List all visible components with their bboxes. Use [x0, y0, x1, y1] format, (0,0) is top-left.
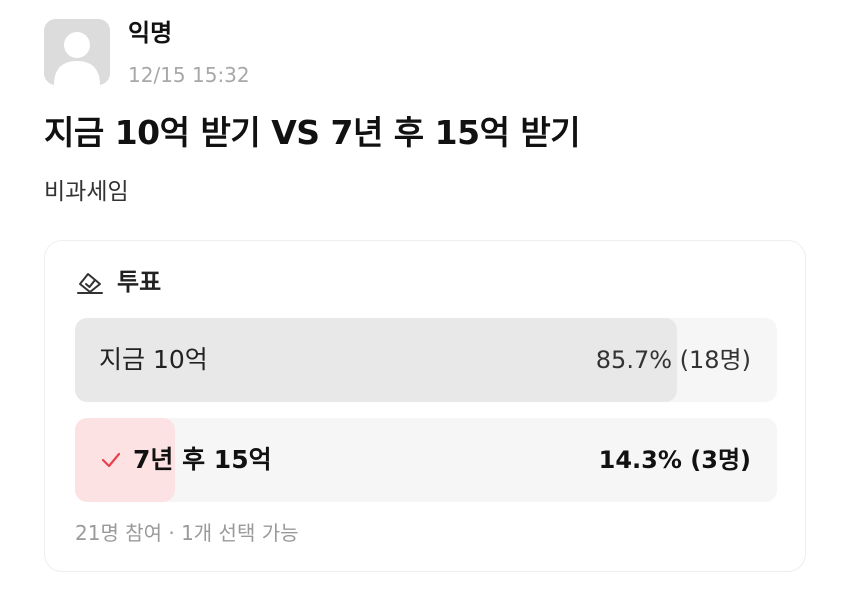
poll-option-2[interactable]: 7년 후 15억 14.3% (3명) — [75, 418, 777, 502]
poll-option-label: 7년 후 15억 — [133, 445, 272, 474]
post: 익명 12/15 15:32 지금 10억 받기 VS 7년 후 15억 받기 … — [0, 0, 850, 601]
post-body: 비과세임 — [44, 179, 129, 205]
poll-label: 투표 — [117, 268, 162, 296]
avatar[interactable] — [44, 19, 110, 85]
post-timestamp: 12/15 15:32 — [128, 63, 250, 87]
author-name: 익명 — [128, 19, 173, 47]
poll-option-1[interactable]: 지금 10억 85.7% (18명) — [75, 318, 777, 402]
check-icon — [101, 452, 121, 468]
poll-option-result: 85.7% (18명) — [595, 346, 751, 374]
poll-card: 투표 지금 10억 85.7% (18명) 7년 후 15억 14.3% (3명… — [44, 240, 806, 572]
poll-header: 투표 — [75, 267, 161, 297]
ballot-check-icon — [77, 273, 103, 294]
poll-option-result: 14.3% (3명) — [598, 446, 751, 474]
poll-footer: 21명 참여 · 1개 선택 가능 — [75, 521, 299, 545]
user-silhouette-icon — [44, 19, 110, 85]
poll-option-label: 지금 10억 — [99, 345, 208, 374]
post-title: 지금 10억 받기 VS 7년 후 15억 받기 — [44, 113, 581, 152]
